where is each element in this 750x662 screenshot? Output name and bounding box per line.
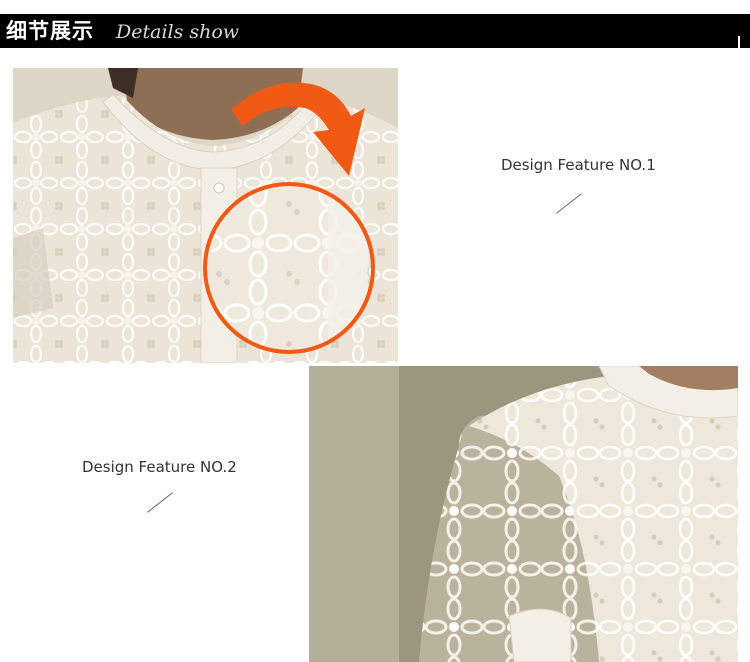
slash-divider [556, 193, 582, 214]
neckline-photo-illustration [13, 68, 398, 363]
button-icon [213, 182, 225, 194]
feature-label-2: Design Feature NO.2 [82, 458, 237, 476]
corner-decoration-icon [724, 36, 740, 52]
detail-photo-neckline [13, 68, 398, 363]
detail-photo-lace-sleeve [309, 366, 738, 662]
header-title-cn: 细节展示 [6, 19, 94, 43]
slash-divider [147, 492, 173, 513]
feature-label-1: Design Feature NO.1 [501, 156, 656, 174]
section-header: 细节展示 Details show [0, 14, 750, 52]
header-title-en: Details show [116, 21, 240, 43]
sleeve-photo-illustration [309, 366, 738, 662]
sleeve-cuff [508, 608, 572, 662]
details-page: 细节展示 Details show Design Feature NO.1 De… [0, 0, 750, 662]
